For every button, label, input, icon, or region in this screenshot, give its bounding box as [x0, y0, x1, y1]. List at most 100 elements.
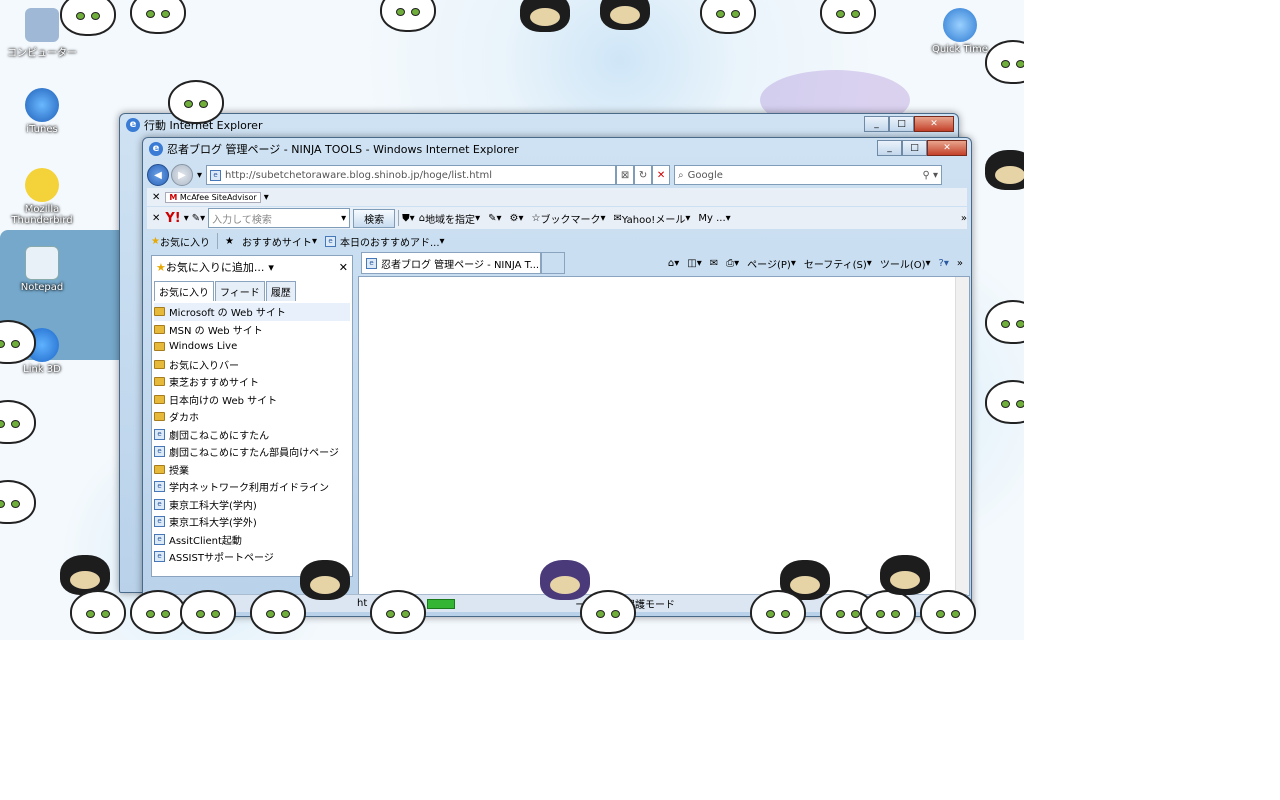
browser-tab[interactable]: e 忍者ブログ 管理ページ - NINJA T... — [361, 252, 541, 274]
tool-icon[interactable]: ⚙▾ — [506, 207, 528, 229]
yahoo-search-input[interactable]: 入力して検索 ▾ — [208, 208, 351, 228]
chevron-more-icon[interactable]: » — [961, 213, 967, 224]
favorites-item[interactable]: 授業 — [154, 461, 350, 479]
tab-favorites[interactable]: お気に入り — [154, 281, 214, 301]
back-button[interactable]: ◀ — [147, 164, 169, 186]
yahoo-search-button[interactable]: 検索 — [353, 208, 396, 228]
favorites-item[interactable]: e AssitClient起動 — [154, 531, 350, 549]
compat-view-icon[interactable]: ⊠ — [616, 165, 635, 185]
favorites-item-label: ASSISTサポートページ — [169, 553, 274, 565]
mail-icon[interactable]: ✉ — [706, 252, 722, 274]
page-menu[interactable]: ページ(P) ▾ — [743, 252, 800, 274]
favorites-item-label: ダカホ — [169, 413, 199, 425]
suggested-sites-button[interactable]: おすすめサイト ▾ — [238, 230, 321, 252]
favorites-item[interactable]: e 劇団こねこめにすたん部員向けページ — [154, 443, 350, 461]
dog-character — [880, 555, 930, 595]
desktop-icon-thunderbird[interactable]: Mozilla Thunderbird — [2, 168, 82, 226]
shield-icon[interactable]: ⛊▾ — [402, 213, 415, 224]
back-window-titlebar[interactable]: e 行動 Internet Explorer — [120, 114, 958, 136]
new-tab-button[interactable] — [541, 252, 565, 274]
web-slice-button[interactable]: e 本日のおすすめアド... ▾ — [321, 230, 449, 252]
page-icon: e — [324, 235, 336, 247]
vertical-scrollbar[interactable] — [955, 277, 969, 595]
minimize-button[interactable]: _ — [877, 140, 902, 156]
recent-pages-dropdown-icon[interactable]: ▾ — [197, 170, 202, 181]
favorites-item[interactable]: MSN の Web サイト — [154, 321, 350, 339]
mochi-character — [70, 590, 126, 634]
add-favorites-dropdown-icon[interactable]: ▾ — [268, 261, 274, 274]
stop-icon[interactable]: ✕ — [652, 165, 671, 185]
thunderbird-icon — [25, 168, 59, 202]
favorites-item[interactable]: ダカホ — [154, 408, 350, 426]
region-button[interactable]: ⌂ 地域を指定 ▾ — [415, 207, 484, 229]
page-content[interactable] — [358, 276, 970, 596]
yahoo-search-dropdown-icon[interactable]: ▾ — [341, 213, 346, 224]
yahoo-dropdown-icon[interactable]: ▾ — [184, 213, 189, 224]
favorites-item[interactable]: e 学内ネットワーク利用ガイドライン — [154, 478, 350, 496]
close-button[interactable]: ✕ — [927, 140, 967, 156]
address-text: http://subetchetoraware.blog.shinob.jp/h… — [225, 169, 492, 181]
my-yahoo-button[interactable]: My ... ▾ — [694, 207, 734, 229]
desktop-icon-label: Link 3D — [23, 364, 61, 375]
add-to-favbar-icon[interactable]: ★ — [221, 230, 238, 252]
desktop-icon-itunes[interactable]: iTunes — [2, 88, 82, 135]
favorites-label: お気に入り — [159, 237, 210, 249]
refresh-icon[interactable]: ↻ — [634, 165, 653, 185]
desktop-icon-label: Mozilla Thunderbird — [11, 204, 73, 226]
chevron-more-icon[interactable]: » — [953, 252, 967, 274]
address-bar[interactable]: e http://subetchetoraware.blog.shinob.jp… — [206, 165, 617, 185]
safety-menu[interactable]: セーフティ(S) ▾ — [800, 252, 876, 274]
quicktime-icon — [943, 8, 977, 42]
ie-icon: e — [149, 142, 163, 156]
tab-history[interactable]: 履歴 — [265, 281, 296, 301]
favorites-item[interactable]: e 劇団こねこめにすたん — [154, 426, 350, 444]
yahoo-logo-icon[interactable]: Y! — [165, 211, 180, 226]
home-icon[interactable]: ⌂▾ — [664, 252, 683, 274]
bookmark-button[interactable]: ☆ ブックマーク ▾ — [527, 207, 609, 229]
desktop-icon-notepad[interactable]: Notepad — [2, 246, 82, 293]
desktop-icon-quicktime[interactable]: Quick Time — [920, 8, 1000, 55]
favorites-item[interactable]: e 東京工科大学(学内) — [154, 496, 350, 514]
maximize-button[interactable]: □ — [889, 116, 914, 132]
divider — [216, 233, 218, 249]
pencil-icon[interactable]: ✎▾ — [192, 213, 205, 224]
favorites-item-label: 劇団こねこめにすたん部員向けページ — [169, 448, 339, 460]
search-box[interactable]: ⌕ Google ⚲ ▾ — [674, 165, 943, 185]
add-to-favorites-button[interactable]: お気に入りに追加... — [166, 259, 265, 275]
favorites-item[interactable]: Microsoft の Web サイト — [154, 303, 350, 321]
help-icon[interactable]: ?▾ — [935, 252, 953, 274]
ie-window[interactable]: e 忍者ブログ 管理ページ - NINJA TOOLS - Windows In… — [142, 137, 972, 617]
favorites-button[interactable]: ★ お気に入り — [147, 230, 214, 252]
close-pane-icon[interactable]: ✕ — [339, 261, 348, 274]
print-icon[interactable]: ⎙▾ — [722, 252, 743, 274]
maximize-button[interactable]: □ — [902, 140, 927, 156]
search-icon[interactable]: ⚲ ▾ — [923, 170, 939, 181]
page-menu-label: ページ(P) — [747, 259, 791, 271]
favorites-item-label: AssitClient起動 — [169, 535, 242, 547]
minimize-button[interactable]: _ — [864, 116, 889, 132]
link-icon: e — [154, 428, 165, 440]
mochi-character — [820, 0, 876, 34]
ie-titlebar[interactable]: e 忍者ブログ 管理ページ - NINJA TOOLS - Windows In… — [143, 138, 971, 160]
favorites-item[interactable]: Windows Live — [154, 338, 350, 356]
yahoo-mail-button[interactable]: ✉ Yahoo!メール ▾ — [609, 207, 694, 229]
highlight-icon[interactable]: ✎▾ — [484, 207, 505, 229]
favorites-item[interactable]: お気に入りバー — [154, 356, 350, 374]
mcafee-button[interactable]: M McAfee SiteAdvisor — [165, 191, 261, 203]
dog-character — [985, 150, 1024, 190]
mcafee-dropdown-icon[interactable]: ▾ — [264, 192, 269, 203]
favorites-item-label: 東芝おすすめサイト — [169, 378, 259, 390]
favorites-item[interactable]: 東芝おすすめサイト — [154, 373, 350, 391]
favorites-pane-tabs: お気に入り フィード 履歴 — [152, 278, 352, 301]
favorites-item[interactable]: e 東京工科大学(学外) — [154, 513, 350, 531]
tab-feeds[interactable]: フィード — [215, 281, 265, 301]
tools-menu[interactable]: ツール(O) ▾ — [876, 252, 935, 274]
close-toolbar-icon[interactable]: ✕ — [147, 192, 165, 203]
close-toolbar-icon[interactable]: ✕ — [147, 213, 165, 224]
star-icon: ★ — [151, 235, 160, 247]
forward-button[interactable]: ▶ — [171, 164, 193, 186]
status-text: ht — [357, 598, 368, 609]
feeds-icon[interactable]: ◫▾ — [683, 252, 705, 274]
favorites-item[interactable]: 日本向けの Web サイト — [154, 391, 350, 409]
close-button[interactable]: ✕ — [914, 116, 954, 132]
